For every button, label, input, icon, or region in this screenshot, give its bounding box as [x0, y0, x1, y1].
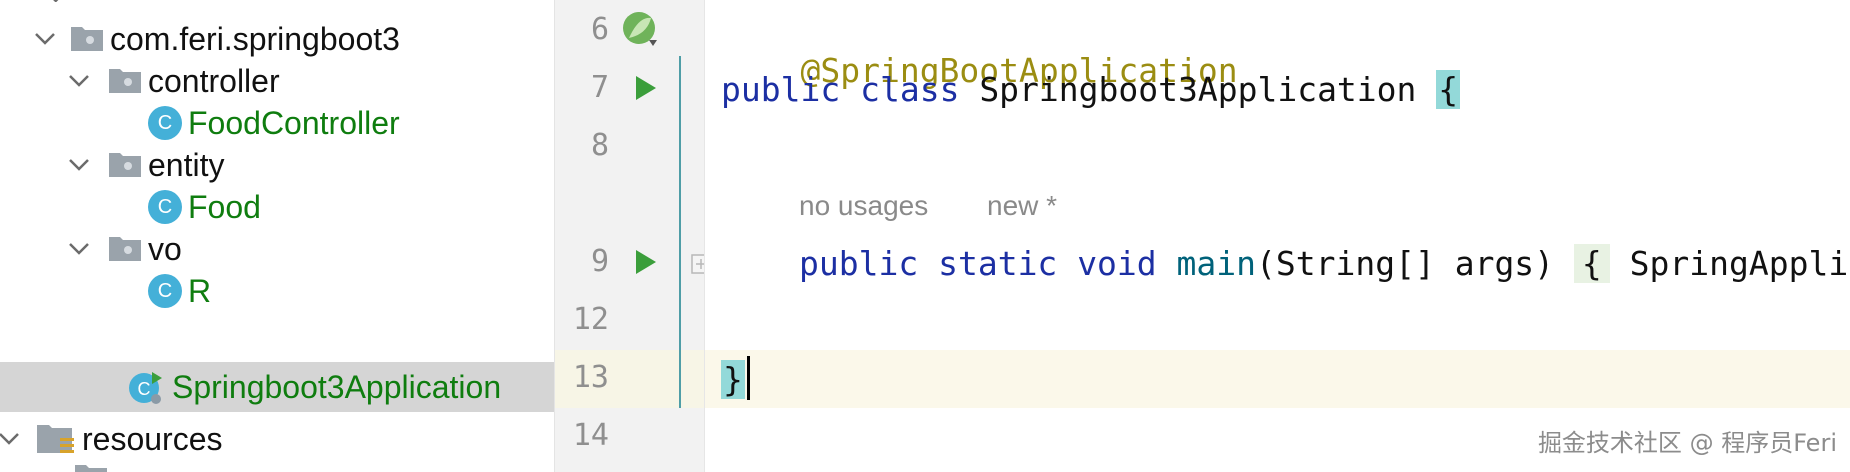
inlay-hint-usages[interactable]: no usages: [799, 190, 928, 222]
class-icon: C: [148, 190, 182, 224]
run-icon[interactable]: [631, 248, 659, 276]
tree-item-label: Springboot3Application: [172, 368, 502, 405]
open-brace-highlight: {: [1436, 70, 1461, 109]
keyword-public: public: [721, 70, 841, 109]
project-tree-panel: ⌄ com.feri.springboot3 controller C Food…: [0, 0, 554, 472]
chevron-down-icon[interactable]: ⌄: [44, 0, 67, 9]
line-number: 14: [572, 418, 609, 453]
class-name: Springboot3Application: [979, 70, 1417, 109]
tree-item-label: vo: [148, 230, 182, 267]
chevron-down-icon[interactable]: [62, 64, 96, 98]
tree-item-r[interactable]: C R: [0, 266, 554, 316]
line-number: 6: [590, 12, 609, 47]
line-number: 13: [572, 360, 609, 395]
tree-item-label: FoodController: [188, 104, 400, 141]
tree-item-springboot3application[interactable]: C Springboot3Application: [0, 362, 554, 412]
line-number: 9: [590, 244, 609, 279]
keyword-static: static: [938, 244, 1058, 283]
text-caret: [747, 356, 750, 400]
code-line-main-method: public static void main(String[] args) {…: [799, 244, 1850, 283]
package-folder-icon: [109, 153, 141, 177]
method-name: main: [1176, 244, 1257, 283]
spring-bean-icon[interactable]: [621, 10, 661, 50]
folder-icon: [75, 465, 107, 472]
keyword-class: class: [860, 70, 960, 109]
tree-item-label: com.feri.springboot3: [110, 20, 400, 57]
tree-item-label: Food: [188, 188, 261, 225]
line-number: 8: [590, 128, 609, 163]
chevron-down-icon[interactable]: [28, 22, 62, 56]
chevron-down-icon[interactable]: [62, 232, 96, 266]
tree-item-resources[interactable]: resources: [0, 414, 554, 464]
line-number: 7: [590, 70, 609, 105]
tree-item-label: entity: [148, 146, 225, 183]
tree-item-label: resources: [82, 420, 223, 457]
watermark: 掘金技术社区 @ 程序员Feri: [1537, 429, 1837, 457]
resources-folder-icon: [37, 425, 74, 453]
run-icon[interactable]: [631, 74, 659, 102]
package-folder-icon: [109, 69, 141, 93]
inlay-hint-author[interactable]: new *: [987, 190, 1057, 222]
package-folder-icon: [109, 237, 141, 261]
code-editor[interactable]: @SpringBootApplication public class Spri…: [704, 0, 1850, 472]
spring-boot-class-icon: C: [128, 370, 164, 406]
code-line-class-declaration: public class Springboot3Application {: [721, 70, 1461, 109]
close-brace-highlight: }: [721, 360, 745, 399]
line-number: 12: [572, 302, 609, 337]
method-params: (String[] args): [1256, 244, 1555, 283]
code-line-closing-brace: }: [721, 360, 745, 399]
class-icon: C: [148, 274, 182, 308]
expand-fold-icon[interactable]: [691, 254, 705, 274]
class-icon: C: [148, 106, 182, 140]
package-folder-icon: [71, 27, 103, 51]
current-line-highlight: [705, 350, 1850, 408]
keyword-void: void: [1077, 244, 1157, 283]
tree-item-label: R: [188, 272, 212, 309]
folded-body-text: SpringApplic: [1629, 244, 1850, 283]
keyword-public: public: [799, 244, 919, 283]
folded-body-brace[interactable]: {: [1573, 244, 1610, 283]
fold-guide-line: [679, 56, 681, 408]
chevron-down-icon[interactable]: [62, 148, 96, 182]
chevron-down-icon[interactable]: [0, 422, 26, 456]
tree-item-label: controller: [148, 62, 280, 99]
svg-text:C: C: [138, 379, 151, 399]
editor-gutter: 6 7 8 9 12 13 14: [554, 0, 705, 472]
